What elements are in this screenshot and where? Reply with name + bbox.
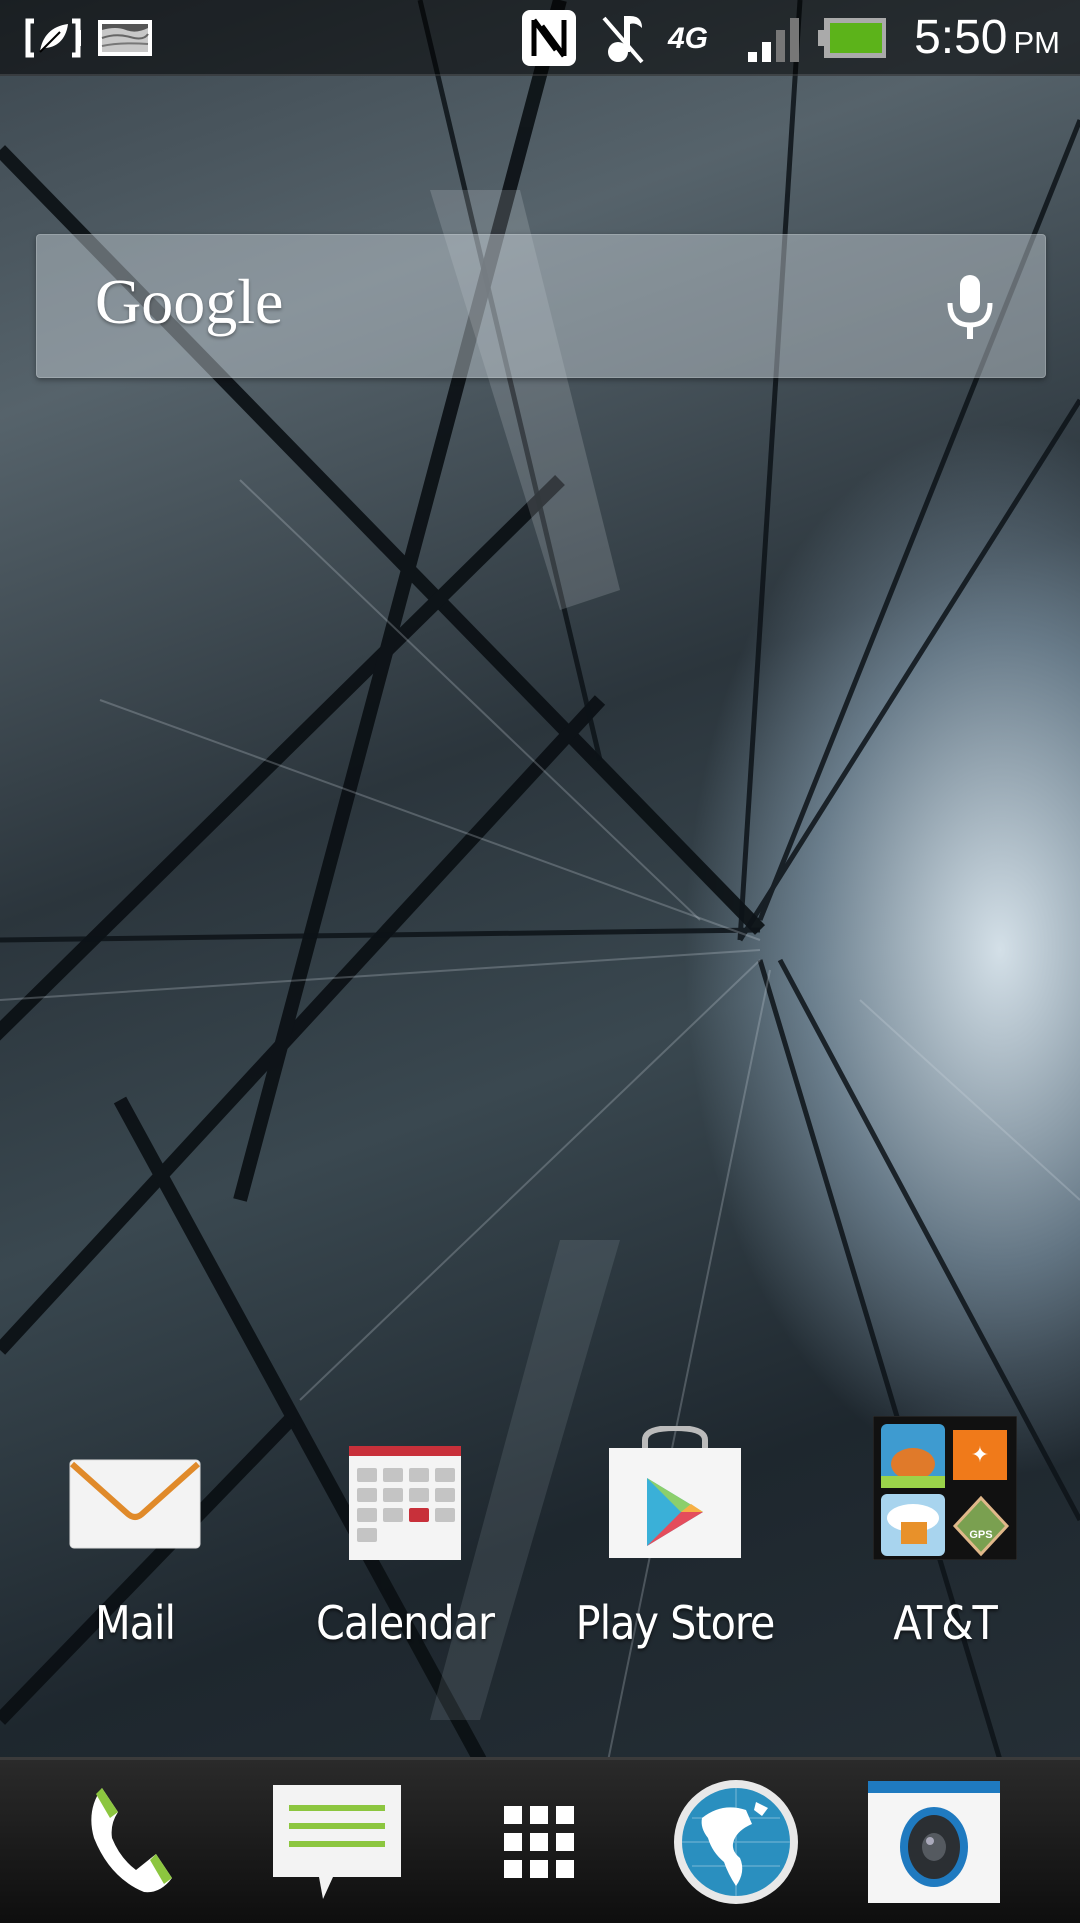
phone-icon: [91, 1787, 172, 1892]
att-folder-icon: ✦ GPS: [835, 1410, 1055, 1560]
google-search-widget[interactable]: Google: [36, 234, 1046, 378]
gallery-notification-icon: [96, 18, 154, 63]
app-label: Mail: [94, 1596, 176, 1650]
camera-icon: [868, 1780, 1000, 1903]
messages-icon: [273, 1784, 401, 1899]
status-bar[interactable]: 4G 5:50 PM: [0, 0, 1080, 76]
clock-ampm: PM: [1013, 25, 1061, 60]
svg-text:✦: ✦: [971, 1442, 989, 1467]
app-calendar[interactable]: Calendar: [295, 1410, 515, 1650]
dock-browser-button[interactable]: [646, 1760, 826, 1923]
globe-icon: [674, 1779, 798, 1904]
clock-time: 5:50: [914, 11, 1008, 64]
dock: [0, 1757, 1080, 1923]
play-store-icon: [565, 1410, 785, 1560]
app-label: AT&T: [893, 1596, 998, 1650]
dock-phone-button[interactable]: [38, 1760, 218, 1923]
calendar-icon: [295, 1410, 515, 1560]
svg-text:GPS: GPS: [969, 1529, 992, 1541]
dock-camera-button[interactable]: [844, 1760, 1024, 1923]
google-logo[interactable]: Google: [95, 265, 283, 339]
app-drawer-icon: [504, 1805, 574, 1878]
app-att-folder[interactable]: ✦ GPS AT&T: [835, 1410, 1055, 1650]
dock-messages-button[interactable]: [247, 1760, 427, 1923]
music-muted-icon: [602, 12, 646, 69]
nfc-icon: [522, 10, 576, 71]
app-play-store[interactable]: Play Store: [565, 1410, 785, 1650]
microphone-icon[interactable]: [945, 273, 995, 346]
app-label: Calendar: [315, 1596, 495, 1650]
signal-strength-icon: [746, 16, 806, 67]
battery-icon: [818, 16, 888, 65]
power-saver-icon: [24, 18, 82, 63]
network-4g-icon: 4G: [668, 22, 709, 55]
app-label: Play Store: [575, 1596, 776, 1650]
mail-icon: [25, 1410, 245, 1560]
dock-app-drawer-button[interactable]: [450, 1760, 630, 1923]
app-mail[interactable]: Mail: [25, 1410, 245, 1650]
clock: 5:50 PM: [914, 10, 1060, 65]
